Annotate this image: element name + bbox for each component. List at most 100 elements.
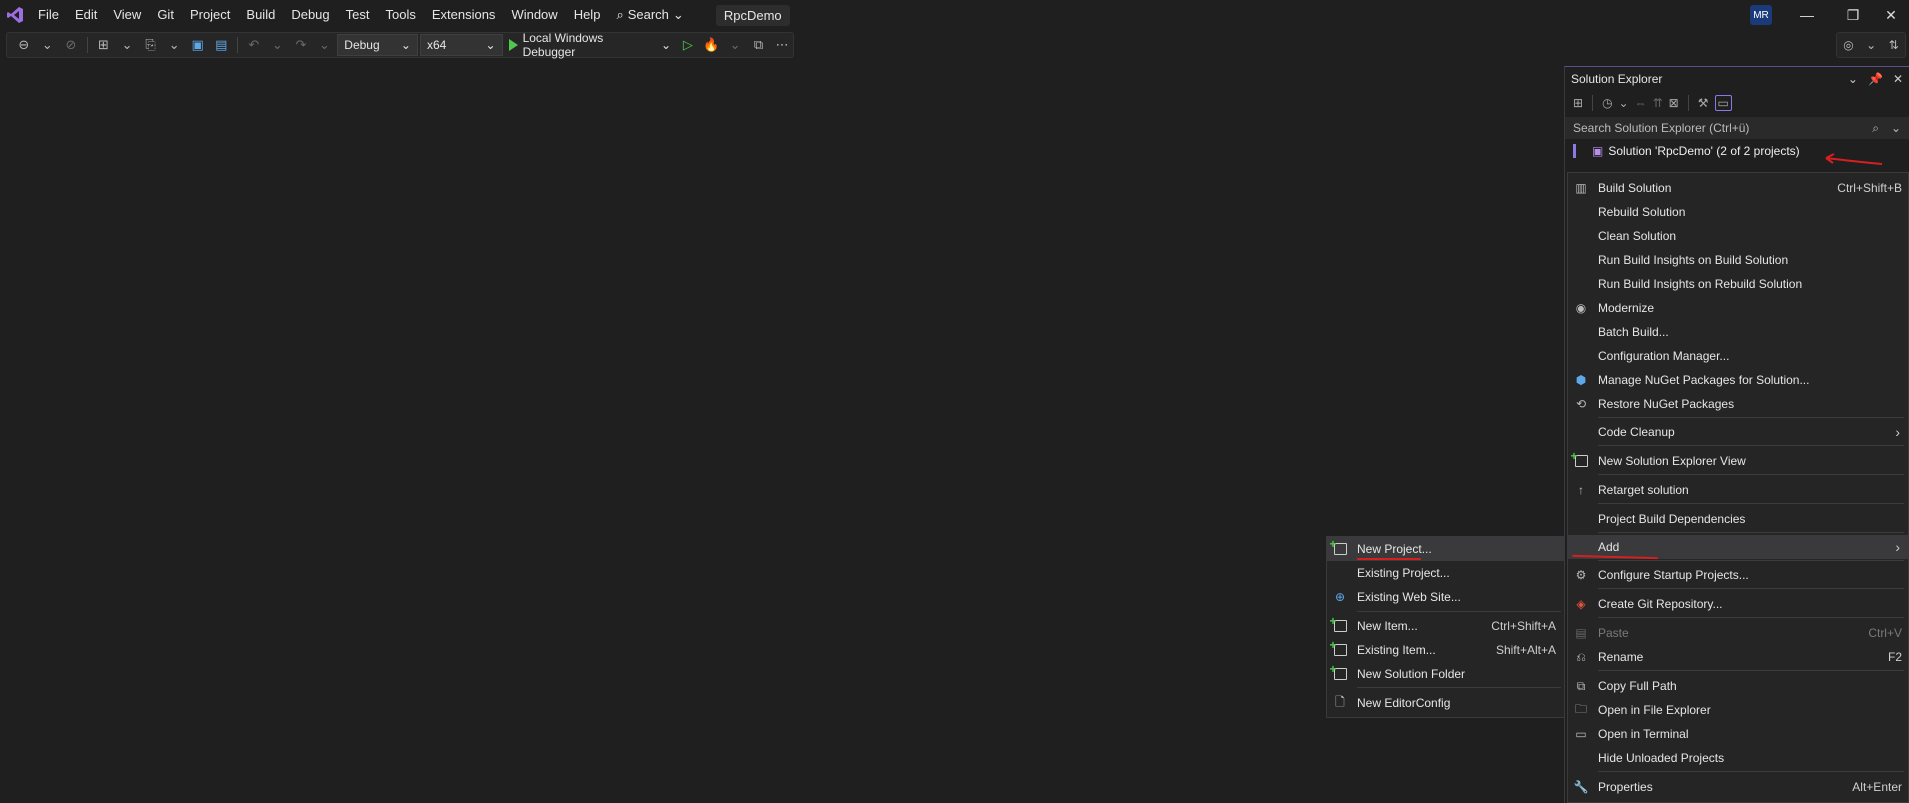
properties-wrench-icon[interactable]: ⚒ xyxy=(1698,96,1709,110)
sync-icon[interactable]: ⇔ xyxy=(1635,96,1647,110)
submenu-item-new-editorconfig[interactable]: 🗋 New EditorConfig xyxy=(1327,691,1564,715)
menu-extensions[interactable]: Extensions xyxy=(424,0,504,30)
chevron-down-icon[interactable]: ⌄ xyxy=(37,34,59,56)
platform-select[interactable]: x64 ⌄ xyxy=(419,34,503,56)
submenu-item-new-item[interactable]: New Item... Ctrl+Shift+A xyxy=(1327,614,1564,638)
menu-git[interactable]: Git xyxy=(149,0,182,30)
menu-item-batch-build[interactable]: Batch Build... xyxy=(1568,320,1908,344)
menu-item-build-solution[interactable]: ▥ Build Solution Ctrl+Shift+B xyxy=(1568,176,1908,200)
visual-studio-logo-icon[interactable] xyxy=(0,0,30,30)
terminal-icon: ▭ xyxy=(1575,727,1587,741)
menu-item-code-cleanup[interactable]: Code Cleanup › xyxy=(1568,420,1908,444)
menu-project[interactable]: Project xyxy=(182,0,238,30)
close-window-icon[interactable]: ✕ xyxy=(1868,0,1909,30)
solution-name-badge[interactable]: RpcDemo xyxy=(715,4,790,26)
copy-icon: ⧉ xyxy=(1576,678,1586,693)
menu-edit[interactable]: Edit xyxy=(67,0,105,30)
menu-item-hide-unloaded-projects[interactable]: Hide Unloaded Projects xyxy=(1568,746,1908,770)
menu-item-label: Copy Full Path xyxy=(1598,679,1677,693)
open-file-icon[interactable]: ⎘ xyxy=(140,34,162,56)
chevron-down-icon[interactable]: ⌄ xyxy=(724,34,746,56)
more-options-icon[interactable]: ⋯ xyxy=(771,34,793,56)
menu-item-create-git-repository[interactable]: ◈ Create Git Repository... xyxy=(1568,592,1908,616)
menu-debug[interactable]: Debug xyxy=(283,0,337,30)
menu-item-properties[interactable]: 🔧 Properties Alt+Enter xyxy=(1568,775,1908,799)
file-icon: 🗋 xyxy=(1335,694,1345,709)
menu-separator xyxy=(1598,532,1904,533)
menu-item-run-build-insights-rebuild[interactable]: Run Build Insights on Rebuild Solution xyxy=(1568,272,1908,296)
show-all-files-icon[interactable]: ⊠ xyxy=(1669,96,1679,110)
start-without-debugging-icon[interactable]: ▷ xyxy=(677,34,699,56)
build-icon: ▥ xyxy=(1575,181,1587,195)
solution-explorer-search[interactable]: Search Solution Explorer (Ctrl+ü) ⌕ ⌄ xyxy=(1565,117,1909,139)
right-toolbar: ◎ ⌄ ⇅ xyxy=(1836,32,1906,58)
submenu-item-existing-item[interactable]: Existing Item... Shift+Alt+A xyxy=(1327,638,1564,662)
collapse-all-icon[interactable]: ⇈ xyxy=(1653,96,1663,110)
hot-reload-icon[interactable]: 🔥 xyxy=(701,34,723,56)
save-all-icon[interactable]: ▤ xyxy=(210,34,232,56)
menu-item-paste[interactable]: ▤ Paste Ctrl+V xyxy=(1568,621,1908,645)
menu-item-configure-startup[interactable]: ⚙ Configure Startup Projects... xyxy=(1568,563,1908,587)
back-icon[interactable]: ⊖ xyxy=(13,34,35,56)
menu-item-retarget-solution[interactable]: ↑ Retarget solution xyxy=(1568,478,1908,502)
menu-item-modernize[interactable]: ◉ Modernize xyxy=(1568,296,1908,320)
chevron-down-icon[interactable]: ⌄ xyxy=(116,34,138,56)
submenu-item-existing-web-site[interactable]: ⊕ Existing Web Site... xyxy=(1327,585,1564,609)
chevron-down-icon[interactable]: ⌄ xyxy=(163,34,185,56)
live-share-icon[interactable]: ⇅ xyxy=(1889,38,1899,52)
chevron-down-icon: ⌄ xyxy=(672,7,684,22)
menu-item-new-solution-explorer-view[interactable]: New Solution Explorer View xyxy=(1568,449,1908,473)
preview-selected-icon[interactable]: ▭ xyxy=(1714,95,1732,111)
menu-view[interactable]: View xyxy=(105,0,149,30)
avatar[interactable]: MR xyxy=(1750,5,1772,25)
debugger-label: Local Windows Debugger xyxy=(522,31,604,59)
undo-icon[interactable]: ↶ xyxy=(243,34,265,56)
submenu-item-existing-project[interactable]: Existing Project... xyxy=(1327,561,1564,585)
menu-item-label: Run Build Insights on Build Solution xyxy=(1598,253,1789,267)
new-project-icon[interactable]: ⊞ xyxy=(93,34,115,56)
redo-icon[interactable]: ↷ xyxy=(290,34,312,56)
menu-tools[interactable]: Tools xyxy=(377,0,423,30)
menu-item-label: Restore NuGet Packages xyxy=(1598,397,1735,411)
menu-item-open-in-file-explorer[interactable]: 🗀 Open in File Explorer xyxy=(1568,698,1908,722)
menu-item-rename[interactable]: ⎌ Rename F2 xyxy=(1568,645,1908,669)
menu-item-manage-nuget[interactable]: ⬢ Manage NuGet Packages for Solution... xyxy=(1568,368,1908,392)
chevron-down-icon[interactable]: ⌄ xyxy=(1619,96,1629,110)
chevron-down-icon[interactable]: ⌄ xyxy=(314,34,336,56)
chevron-down-icon[interactable]: ⌄ xyxy=(1866,38,1876,52)
switch-views-icon[interactable]: ⊞ xyxy=(1573,96,1583,110)
menu-help[interactable]: Help xyxy=(566,0,609,30)
menu-test[interactable]: Test xyxy=(338,0,378,30)
pin-icon[interactable]: 📌 xyxy=(1868,72,1883,86)
menu-window[interactable]: Window xyxy=(503,0,565,30)
menu-item-copy-full-path[interactable]: ⧉ Copy Full Path xyxy=(1568,674,1908,698)
start-debugging-button[interactable]: Local Windows Debugger ⌄ xyxy=(505,31,676,59)
menu-file[interactable]: File xyxy=(30,0,67,30)
menu-item-restore-nuget[interactable]: ⟲ Restore NuGet Packages xyxy=(1568,392,1908,416)
save-icon[interactable]: ▣ xyxy=(187,34,209,56)
history-icon[interactable]: ◷ xyxy=(1602,96,1612,110)
copilot-icon[interactable]: ◎ xyxy=(1843,38,1853,52)
chevron-down-icon[interactable]: ⌄ xyxy=(1891,121,1901,136)
browser-link-icon[interactable]: ⧉ xyxy=(748,34,770,56)
gear-icon: ⚙ xyxy=(1575,568,1587,582)
menu-item-project-build-dependencies[interactable]: Project Build Dependencies xyxy=(1568,507,1908,531)
close-icon[interactable]: ✕ xyxy=(1893,72,1903,86)
menu-item-label: Code Cleanup xyxy=(1598,425,1675,439)
menu-item-rebuild-solution[interactable]: Rebuild Solution xyxy=(1568,200,1908,224)
paste-icon: ▤ xyxy=(1575,626,1587,640)
forward-icon[interactable]: ⊘ xyxy=(60,34,82,56)
minimize-icon[interactable]: — xyxy=(1784,0,1830,30)
chevron-down-icon[interactable]: ⌄ xyxy=(1848,72,1858,86)
menu-item-label: Batch Build... xyxy=(1598,325,1669,339)
chevron-down-icon[interactable]: ⌄ xyxy=(267,34,289,56)
toolbar-separator xyxy=(237,37,239,53)
menu-build[interactable]: Build xyxy=(238,0,283,30)
menu-search[interactable]: ⌕ Search ⌄ xyxy=(608,0,691,30)
configuration-select[interactable]: Debug ⌄ xyxy=(337,34,418,56)
menu-item-open-in-terminal[interactable]: ▭ Open in Terminal xyxy=(1568,722,1908,746)
menu-item-configuration-manager[interactable]: Configuration Manager... xyxy=(1568,344,1908,368)
submenu-item-new-solution-folder[interactable]: New Solution Folder xyxy=(1327,662,1564,686)
menu-item-run-build-insights-build[interactable]: Run Build Insights on Build Solution xyxy=(1568,248,1908,272)
menu-item-clean-solution[interactable]: Clean Solution xyxy=(1568,224,1908,248)
